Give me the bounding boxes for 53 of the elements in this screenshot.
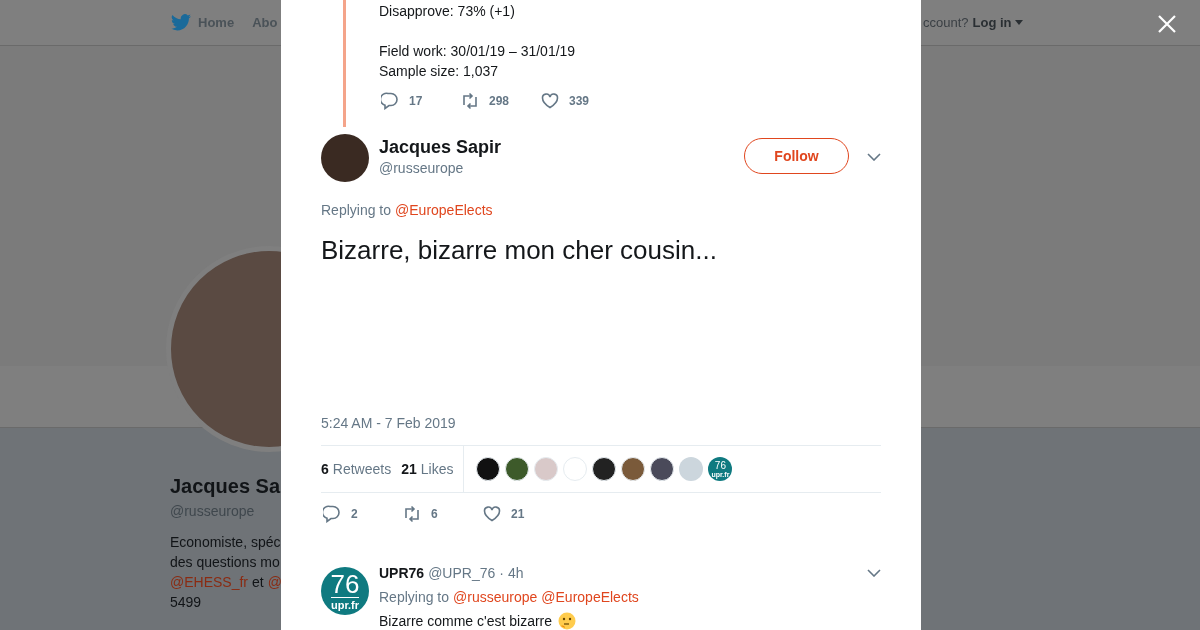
tweet-time: 4h (507, 564, 525, 583)
avatar-photo[interactable] (476, 457, 501, 481)
bio-text: des questions mo (170, 553, 280, 572)
action-count: 2 (351, 506, 358, 523)
tweet-text: Disapprove: 73% (+1) (379, 2, 516, 21)
avatar-photo[interactable] (505, 457, 530, 481)
avatar-photo[interactable] (621, 457, 646, 481)
logo-number: 76 (330, 570, 360, 598)
user-name: UPR76 (379, 564, 425, 583)
mention-link[interactable]: @EuropeElects (395, 201, 493, 219)
avatar-photo (321, 134, 369, 182)
tweet-text: Bizarre comme c'est bizarre (379, 612, 553, 630)
action-count: 6 (431, 506, 438, 523)
tweet-text: Bizarre, bizarre mon cher cousin... (321, 234, 718, 267)
heart-icon[interactable] (541, 92, 559, 110)
heart-icon[interactable] (483, 505, 501, 523)
profile-name: Jacques Sa (170, 474, 281, 498)
chevron-down-icon[interactable] (867, 569, 881, 577)
retweet-icon[interactable] (403, 505, 421, 523)
action-count: 339 (569, 93, 590, 110)
retweet-icon[interactable] (461, 92, 479, 110)
bio-text: et (252, 573, 264, 592)
mention-link[interactable]: @russeurope (453, 587, 538, 607)
user-name: Jacques Sapir (379, 136, 503, 158)
tweet-text: Field work: 30/01/19 – 31/01/19 (379, 42, 577, 61)
bio-text: 5499 (170, 593, 202, 612)
user-handle: @russeurope (379, 159, 465, 178)
close-icon[interactable] (1158, 15, 1176, 33)
stat-link[interactable]: 21 Likes (401, 458, 454, 480)
replying-label: Replying to (321, 201, 392, 219)
reply-icon[interactable] (323, 505, 341, 523)
thinking-face-icon (558, 612, 577, 630)
logo-number: 76 (714, 460, 726, 471)
bio-text: Economiste, spéc (170, 533, 281, 552)
tweet-timestamp: 5:24 AM - 7 Feb 2019 (321, 414, 457, 433)
mention-link[interactable]: @EuropeElects (541, 587, 639, 607)
reply-icon[interactable] (381, 92, 399, 110)
caret-icon[interactable] (1014, 20, 1023, 25)
bird-icon (171, 14, 191, 31)
avatar-photo[interactable] (650, 457, 675, 481)
logo-text: upr.fr (330, 597, 360, 612)
login-link[interactable]: Log in (972, 12, 1023, 33)
login-prompt: ccount? (923, 13, 969, 32)
action-count: 21 (511, 506, 525, 523)
avatar-photo[interactable] (592, 457, 617, 481)
action-count: 298 (489, 93, 510, 110)
replying-label: Replying to (379, 588, 450, 607)
chevron-down-icon[interactable] (867, 153, 881, 161)
separator-dot: · (499, 564, 504, 583)
action-count: 17 (409, 93, 423, 110)
tweet-text: Sample size: 1,037 (379, 62, 500, 81)
stat-link[interactable]: 6 Retweets (321, 458, 392, 480)
user-handle: @UPR_76 (428, 564, 496, 583)
